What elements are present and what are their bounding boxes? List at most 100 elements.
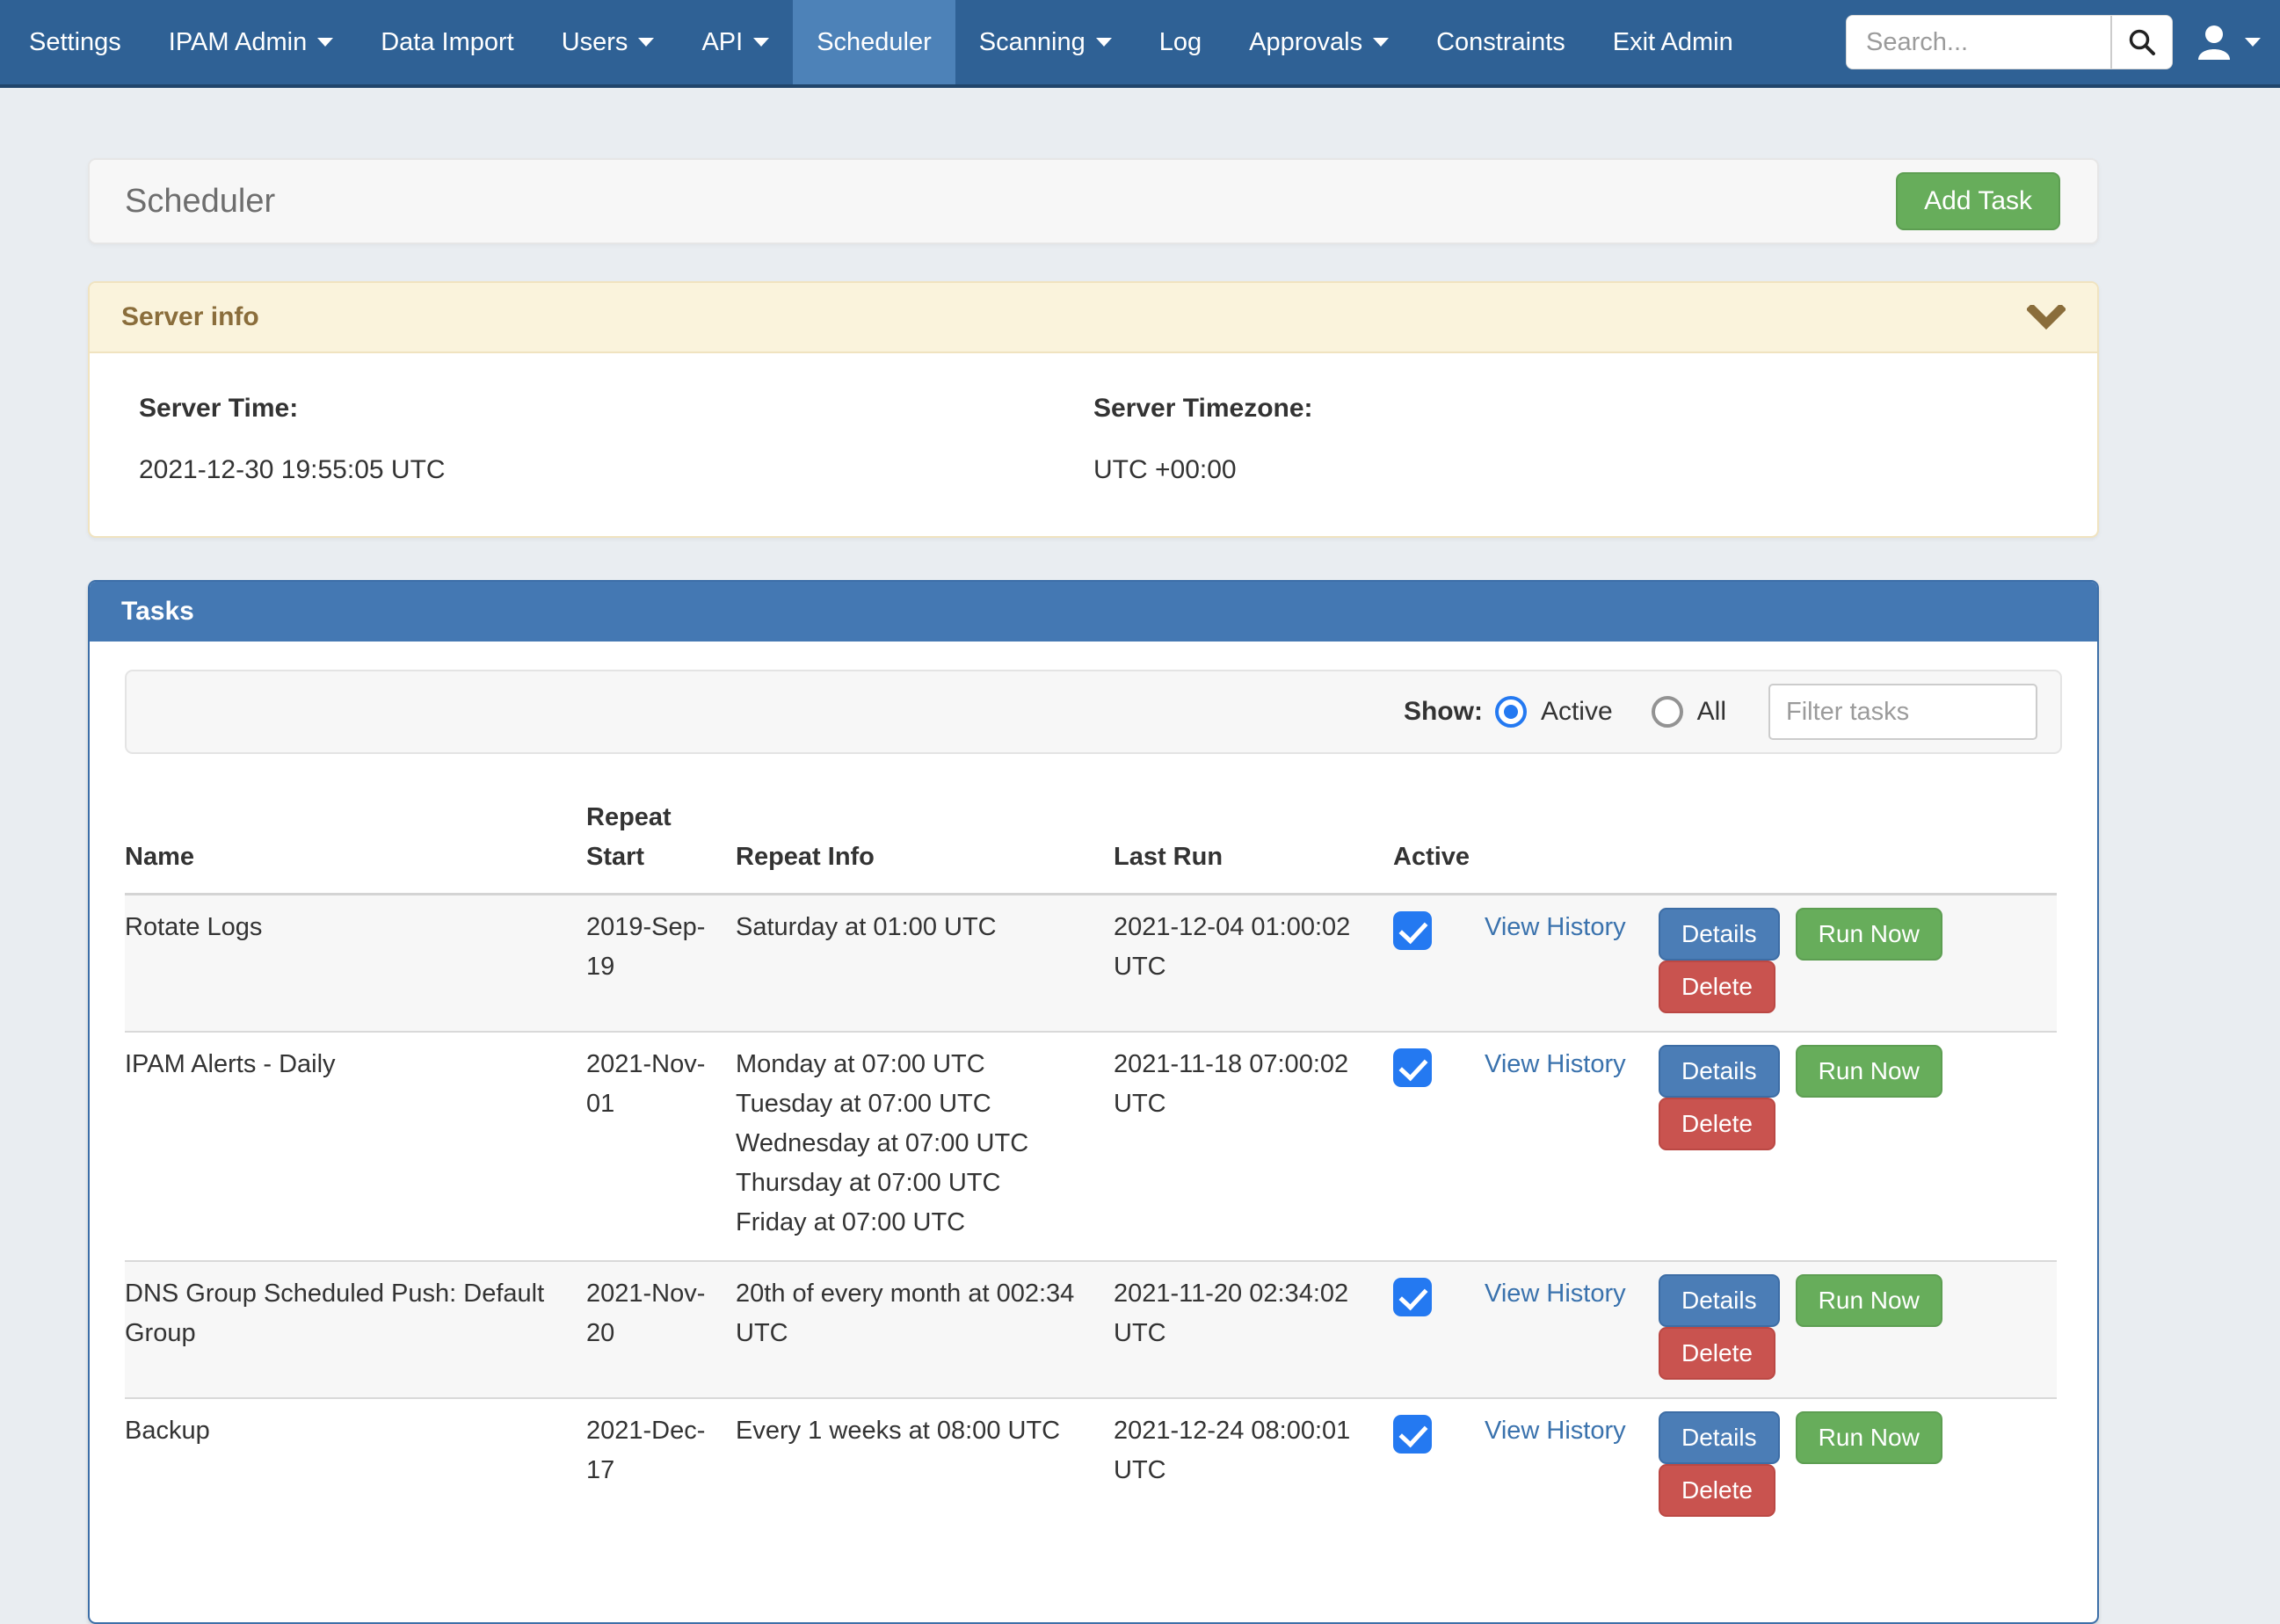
details-button[interactable]: Details	[1659, 908, 1780, 961]
nav-item-label: Scheduler	[817, 28, 932, 57]
active-checkbox[interactable]	[1393, 911, 1432, 950]
nav-items: Settings IPAM Admin Data Import Users AP…	[5, 0, 1757, 84]
task-repeat-start: 2021-Nov-20	[586, 1261, 736, 1398]
active-checkbox[interactable]	[1393, 1048, 1432, 1087]
caret-down-icon	[317, 38, 333, 47]
col-header-active: Active	[1393, 756, 1485, 894]
run-now-button[interactable]: Run Now	[1796, 1411, 1942, 1464]
server-info-title: Server info	[121, 302, 2027, 332]
server-time-label: Server Time:	[139, 394, 1093, 424]
col-header-repeat-info: Repeat Info	[736, 756, 1114, 894]
active-checkbox[interactable]	[1393, 1278, 1432, 1316]
caret-down-icon	[638, 38, 654, 47]
task-row-ipam-alerts: IPAM Alerts - Daily 2021-Nov-01 Monday a…	[125, 1032, 2057, 1261]
col-header-last-run: Last Run	[1114, 756, 1393, 894]
radio-active[interactable]	[1495, 696, 1527, 728]
nav-item-label: Log	[1159, 28, 1202, 57]
task-row-backup: Backup 2021-Dec-17 Every 1 weeks at 08:0…	[125, 1398, 2057, 1534]
nav-item-approvals[interactable]: Approvals	[1225, 0, 1412, 84]
caret-down-icon	[753, 38, 769, 47]
active-checkbox[interactable]	[1393, 1415, 1432, 1454]
search-icon	[2127, 27, 2157, 57]
nav-item-label: Users	[562, 28, 628, 57]
details-button[interactable]: Details	[1659, 1045, 1780, 1098]
tasks-panel-title: Tasks	[90, 582, 2097, 642]
filter-tasks-input[interactable]	[1768, 684, 2037, 740]
nav-item-scanning[interactable]: Scanning	[955, 0, 1136, 84]
server-info-panel: Server info Server Time: 2021-12-30 19:5…	[88, 281, 2099, 538]
server-time-value: 2021-12-30 19:55:05 UTC	[139, 455, 1093, 485]
nav-item-label: Scanning	[979, 28, 1086, 57]
nav-item-users[interactable]: Users	[538, 0, 679, 84]
table-header-row: Name Repeat Start Repeat Info Last Run A…	[125, 756, 2057, 894]
nav-item-constraints[interactable]: Constraints	[1412, 0, 1589, 84]
search-button[interactable]	[2110, 16, 2172, 69]
view-history-link[interactable]: View History	[1485, 1050, 1626, 1078]
task-last-run: 2021-12-04 01:00:02 UTC	[1114, 894, 1393, 1032]
delete-button[interactable]: Delete	[1659, 1327, 1775, 1380]
nav-item-settings[interactable]: Settings	[5, 0, 145, 84]
col-header-actions	[1659, 756, 2057, 894]
details-button[interactable]: Details	[1659, 1274, 1780, 1327]
view-history-link[interactable]: View History	[1485, 1417, 1626, 1445]
chevron-down-icon	[2027, 305, 2066, 330]
task-name: DNS Group Scheduled Push: Default Group	[125, 1261, 586, 1398]
details-button[interactable]: Details	[1659, 1411, 1780, 1464]
run-now-button[interactable]: Run Now	[1796, 1045, 1942, 1098]
nav-item-exit-admin[interactable]: Exit Admin	[1589, 0, 1757, 84]
task-repeat-start: 2021-Dec-17	[586, 1398, 736, 1534]
main-content: Scheduler Add Task Server info Server Ti…	[88, 88, 2099, 1624]
task-name: IPAM Alerts - Daily	[125, 1032, 586, 1261]
nav-item-scheduler[interactable]: Scheduler	[793, 0, 955, 84]
col-header-history	[1485, 756, 1659, 894]
nav-item-api[interactable]: API	[678, 0, 793, 84]
task-row-rotate-logs: Rotate Logs 2019-Sep-19 Saturday at 01:0…	[125, 894, 2057, 1032]
nav-item-label: IPAM Admin	[169, 28, 307, 57]
run-now-button[interactable]: Run Now	[1796, 908, 1942, 961]
view-history-link[interactable]: View History	[1485, 913, 1626, 941]
page-header: Scheduler Add Task	[88, 158, 2099, 244]
add-task-button[interactable]: Add Task	[1896, 172, 2060, 230]
server-time-block: Server Time: 2021-12-30 19:55:05 UTC	[139, 394, 1093, 485]
radio-all-label: All	[1697, 697, 1726, 727]
task-repeat-info: Monday at 07:00 UTC Tuesday at 07:00 UTC…	[736, 1032, 1114, 1261]
task-last-run: 2021-12-24 08:00:01 UTC	[1114, 1398, 1393, 1534]
task-row-dns-group-push: DNS Group Scheduled Push: Default Group …	[125, 1261, 2057, 1398]
caret-down-icon	[1096, 38, 1112, 47]
nav-item-label: Exit Admin	[1613, 28, 1733, 57]
radio-active-label: Active	[1541, 697, 1613, 727]
nav-item-ipam-admin[interactable]: IPAM Admin	[145, 0, 357, 84]
tasks-panel: Tasks Show: Active All	[88, 580, 2099, 1624]
task-repeat-info: Every 1 weeks at 08:00 UTC	[736, 1398, 1114, 1534]
view-history-link[interactable]: View History	[1485, 1280, 1626, 1308]
server-info-header[interactable]: Server info	[90, 283, 2097, 353]
nav-item-data-import[interactable]: Data Import	[357, 0, 538, 84]
radio-all[interactable]	[1652, 696, 1683, 728]
task-name: Backup	[125, 1398, 586, 1534]
task-last-run: 2021-11-18 07:00:02 UTC	[1114, 1032, 1393, 1261]
user-menu[interactable]	[2196, 25, 2261, 60]
show-label: Show:	[1404, 697, 1483, 727]
delete-button[interactable]: Delete	[1659, 961, 1775, 1013]
nav-item-label: Settings	[29, 28, 121, 57]
caret-down-icon	[2245, 38, 2261, 47]
nav-item-label: API	[701, 28, 743, 57]
nav-item-label: Approvals	[1249, 28, 1362, 57]
show-active-option[interactable]: Active	[1495, 696, 1613, 728]
delete-button[interactable]: Delete	[1659, 1464, 1775, 1517]
search-input[interactable]	[1847, 16, 2110, 69]
show-all-option[interactable]: All	[1652, 696, 1726, 728]
col-header-name: Name	[125, 756, 586, 894]
nav-item-label: Constraints	[1436, 28, 1565, 57]
server-timezone-label: Server Timezone:	[1093, 394, 2048, 424]
delete-button[interactable]: Delete	[1659, 1098, 1775, 1150]
task-repeat-start: 2021-Nov-01	[586, 1032, 736, 1261]
task-repeat-info: Saturday at 01:00 UTC	[736, 894, 1114, 1032]
run-now-button[interactable]: Run Now	[1796, 1274, 1942, 1327]
caret-down-icon	[1373, 38, 1389, 47]
server-info-body: Server Time: 2021-12-30 19:55:05 UTC Ser…	[90, 353, 2097, 536]
nav-item-log[interactable]: Log	[1136, 0, 1225, 84]
task-name: Rotate Logs	[125, 894, 586, 1032]
task-repeat-info: 20th of every month at 002:34 UTC	[736, 1261, 1114, 1398]
navbar-right	[1846, 0, 2280, 84]
